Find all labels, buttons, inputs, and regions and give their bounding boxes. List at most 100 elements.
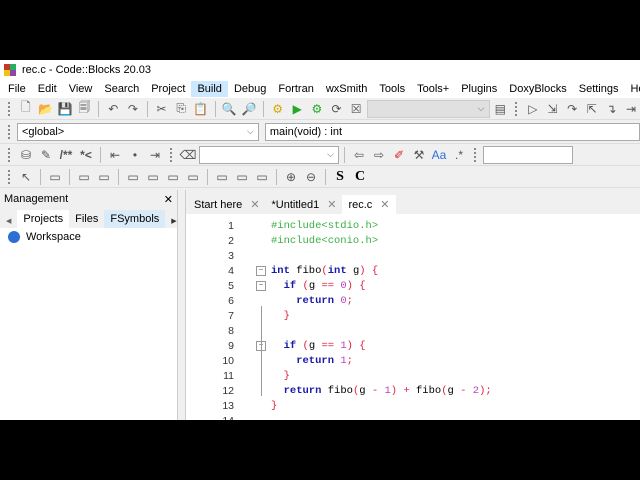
step-over-icon[interactable]: ↷ <box>563 100 581 118</box>
clear-icon[interactable]: ⌫ <box>179 146 197 164</box>
dialog-icon[interactable]: ▭ <box>144 168 162 186</box>
toolbar-grip[interactable] <box>8 124 11 139</box>
search-input[interactable]: ⌵ <box>199 145 339 164</box>
cut-icon[interactable]: ✂ <box>153 100 171 118</box>
tab-scroll-right-icon[interactable]: ▶ <box>165 214 182 228</box>
menu-fortran[interactable]: Fortran <box>272 81 319 97</box>
find-icon[interactable]: 🔍 <box>221 100 239 118</box>
menu-settings[interactable]: Settings <box>573 81 625 97</box>
doc-icon[interactable]: ✎ <box>37 146 55 164</box>
copy-icon[interactable]: ⎘ <box>172 100 190 118</box>
save-icon[interactable]: 💾 <box>56 100 74 118</box>
checkbox-icon[interactable]: ▭ <box>233 168 251 186</box>
zoom-out-icon[interactable]: ⊖ <box>302 168 320 186</box>
build-log-icon[interactable]: ▤ <box>492 100 510 118</box>
new-file-icon[interactable]: 🗋 <box>17 100 35 118</box>
menu-plugins[interactable]: Plugins <box>455 81 503 97</box>
save-all-icon[interactable]: 🗐 <box>76 100 94 118</box>
menu-tools[interactable]: Tools+ <box>411 81 455 97</box>
open-icon[interactable]: 📂 <box>37 100 55 118</box>
debug-run-icon[interactable]: ▷ <box>524 100 542 118</box>
wxs-s-button[interactable]: S <box>331 168 349 186</box>
bookmark-icon[interactable]: • <box>126 146 144 164</box>
frame-icon[interactable]: ▭ <box>124 168 142 186</box>
undo-icon[interactable]: ↶ <box>104 100 122 118</box>
build-run-icon[interactable]: ⚙ <box>308 100 326 118</box>
toolbar-grip[interactable] <box>8 101 11 116</box>
paste-icon[interactable]: 📋 <box>192 100 210 118</box>
replace-icon[interactable]: 🔎 <box>240 100 258 118</box>
close-icon[interactable]: ✕ <box>327 198 336 211</box>
toolbar-grip[interactable] <box>474 147 477 162</box>
build-target-select[interactable]: ⌵ <box>366 99 490 118</box>
menu-wxsmith[interactable]: wxSmith <box>320 81 374 97</box>
code-token: return <box>271 384 322 397</box>
toolbar-grip[interactable] <box>515 101 518 116</box>
highlight-icon[interactable]: ✐ <box>390 146 408 164</box>
tab-scroll-left-icon[interactable]: ◀ <box>0 214 17 228</box>
wxs-c-button[interactable]: C <box>351 168 369 186</box>
menu-file[interactable]: File <box>2 81 32 97</box>
scroll-icon[interactable]: ▭ <box>184 168 202 186</box>
workspace-tree-item[interactable]: Workspace <box>0 228 177 246</box>
fold-toggle-icon[interactable]: − <box>256 280 266 291</box>
prev-bookmark-icon[interactable]: ⇤ <box>106 146 124 164</box>
close-icon[interactable]: ✕ <box>380 198 389 211</box>
tab-files[interactable]: Files <box>69 210 104 228</box>
menu-help[interactable]: Help <box>624 81 640 97</box>
scope-select[interactable]: <global> ⌵ <box>16 122 259 141</box>
next-bookmark-icon[interactable]: ⇥ <box>146 146 164 164</box>
regex-icon[interactable]: .* <box>450 146 468 164</box>
search-field-2[interactable] <box>483 145 573 164</box>
tab-projects[interactable]: Projects <box>17 210 70 228</box>
back-icon[interactable]: ⇦ <box>350 146 368 164</box>
forward-icon[interactable]: ⇨ <box>370 146 388 164</box>
codeblocks-logo-icon <box>4 64 16 76</box>
editor-tab[interactable]: *Untitled1 ✕ <box>266 195 343 214</box>
comment-block-icon[interactable]: ⛁ <box>17 146 35 164</box>
panel2-icon[interactable]: ▭ <box>164 168 182 186</box>
button-icon[interactable]: ▭ <box>213 168 231 186</box>
redo-icon[interactable]: ↷ <box>124 100 142 118</box>
toggle-icon[interactable]: ▭ <box>253 168 271 186</box>
toolbar-grip[interactable] <box>8 147 11 162</box>
menu-project[interactable]: Project <box>145 81 191 97</box>
box-sizer-icon[interactable]: ▭ <box>75 168 93 186</box>
fold-toggle-icon[interactable]: − <box>256 265 266 276</box>
doxy-comment-button[interactable]: /** <box>57 146 75 164</box>
menu-doxyblocks[interactable]: DoxyBlocks <box>503 81 572 97</box>
menu-view[interactable]: View <box>63 81 99 97</box>
close-icon[interactable]: ✕ <box>250 198 259 211</box>
step-out-icon[interactable]: ⇱ <box>583 100 601 118</box>
toolbar-grip[interactable] <box>170 147 173 162</box>
menu-search[interactable]: Search <box>98 81 145 97</box>
panel-icon[interactable]: ▭ <box>46 168 64 186</box>
grid-sizer-icon[interactable]: ▭ <box>95 168 113 186</box>
menu-debug[interactable]: Debug <box>228 81 272 97</box>
match-case-icon[interactable]: Aa <box>430 146 448 164</box>
tab-fsymbols[interactable]: FSymbols <box>104 210 166 228</box>
menu-build[interactable]: Build <box>191 81 228 97</box>
abort-icon[interactable]: ☒ <box>347 100 365 118</box>
rebuild-icon[interactable]: ⟳ <box>328 100 346 118</box>
pointer-icon[interactable]: ↖ <box>17 168 35 186</box>
build-icon[interactable]: ⚙ <box>269 100 287 118</box>
editor-tab[interactable]: rec.c ✕ <box>342 195 396 214</box>
menu-tools[interactable]: Tools <box>373 81 411 97</box>
code-editor[interactable]: 1 #include<stdio.h> 2 #include<conio.h> 3 4− i… <box>186 218 640 421</box>
function-select[interactable]: main(void) : int <box>264 122 640 141</box>
menu-edit[interactable]: Edit <box>32 81 63 97</box>
next-instruction-icon[interactable]: ⇥ <box>622 100 640 118</box>
line-text: if (g == 1) { <box>271 340 366 352</box>
code-token: fibo <box>409 384 442 397</box>
zoom-in-icon[interactable]: ⊕ <box>282 168 300 186</box>
close-icon[interactable]: ✕ <box>164 193 173 206</box>
next-line-icon[interactable]: ↴ <box>603 100 621 118</box>
step-into-icon[interactable]: ⇲ <box>544 100 562 118</box>
tool-icon[interactable]: ⚒ <box>410 146 428 164</box>
run-icon[interactable]: ▶ <box>288 100 306 118</box>
doxy-inline-comment-button[interactable]: *< <box>77 146 95 164</box>
code-token: ); <box>479 384 492 397</box>
toolbar-grip[interactable] <box>8 169 11 184</box>
editor-tab[interactable]: Start here ✕ <box>188 195 266 214</box>
